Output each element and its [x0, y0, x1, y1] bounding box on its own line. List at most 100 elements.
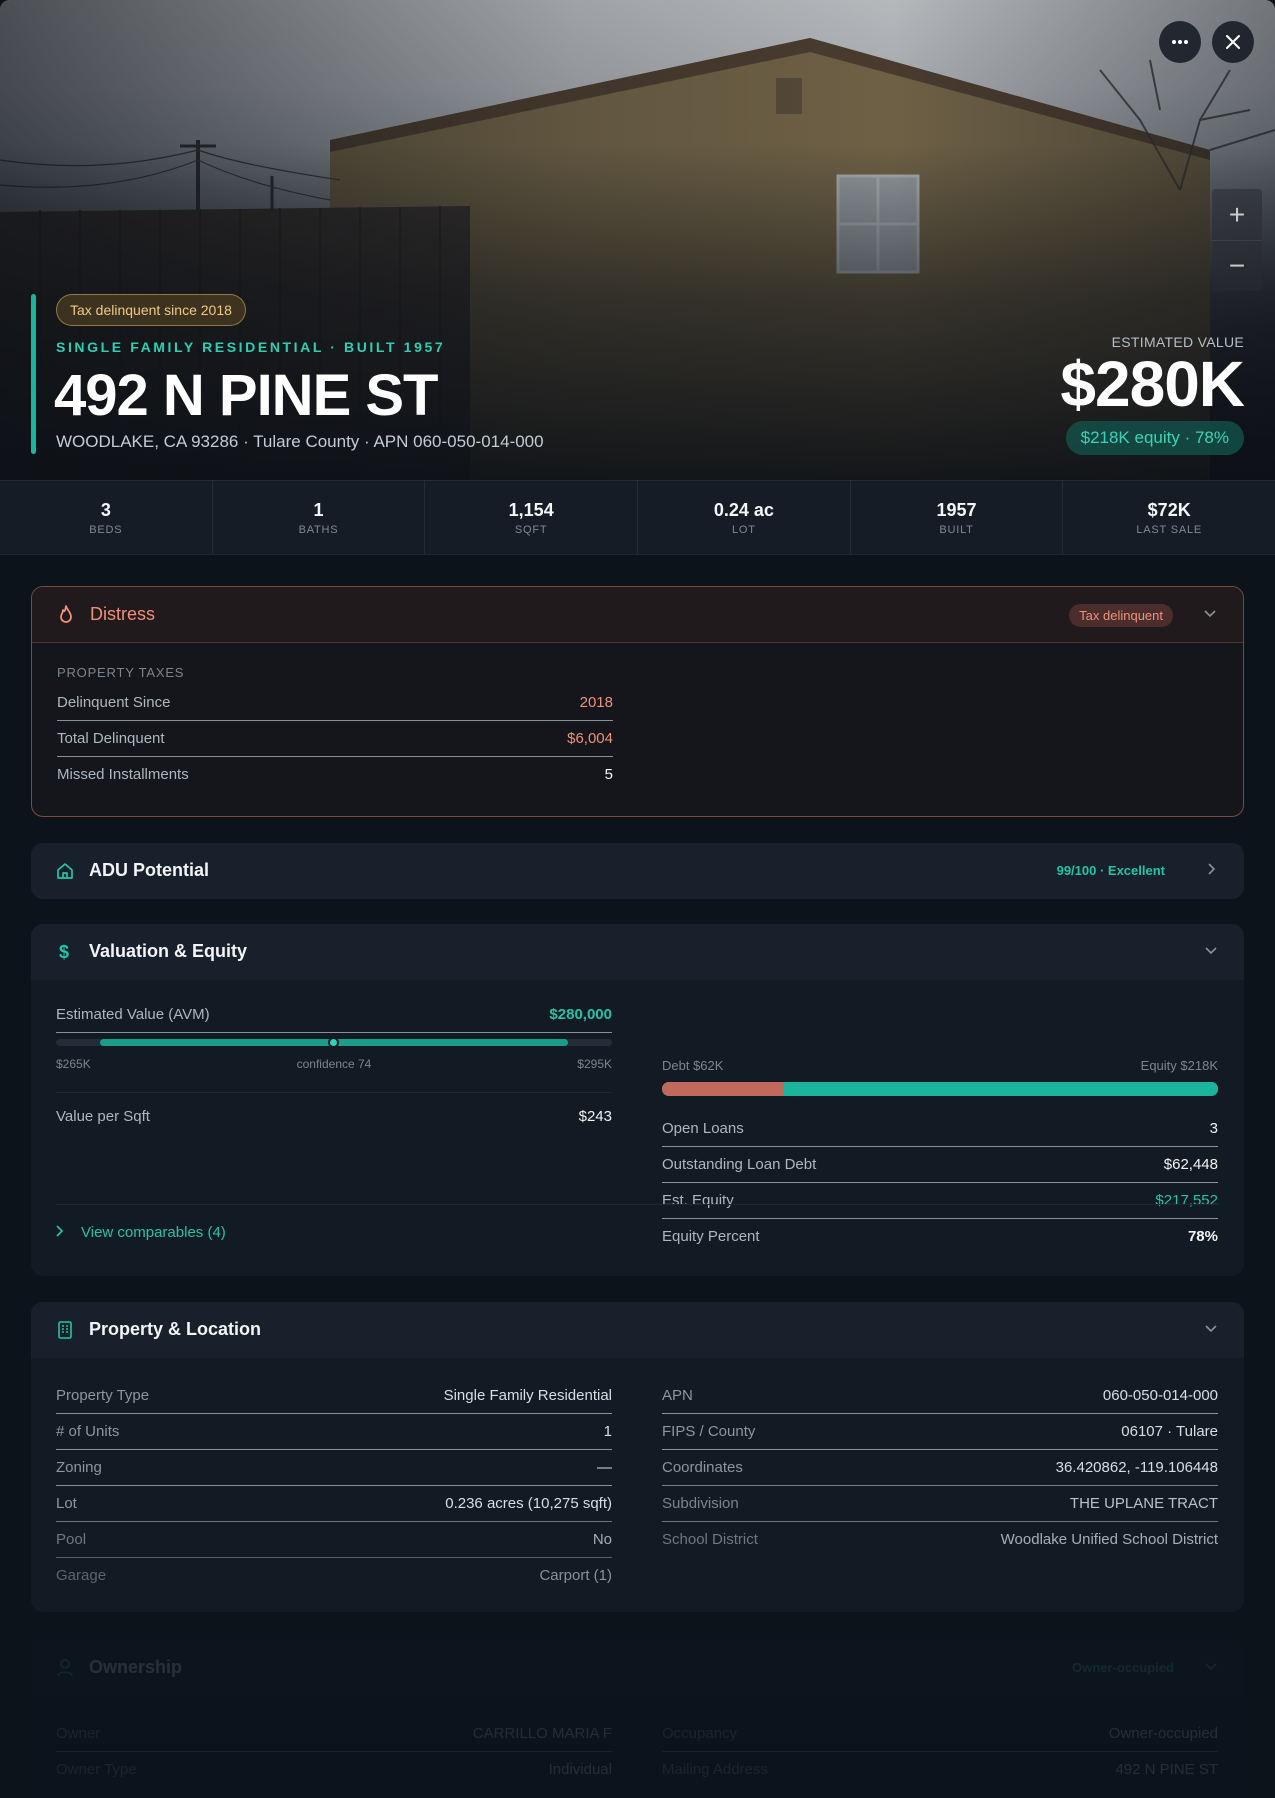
- valuation-equity-card: $ Valuation & Equity Estimated Value (AV…: [31, 924, 1244, 1276]
- equity-section: Debt $62K Equity $218K Open Loans 3 Outs…: [662, 980, 1218, 1245]
- row-value: $243: [578, 1107, 612, 1125]
- table-row: Total Delinquent $6,004: [57, 720, 613, 756]
- stat-built: 1957 BUILT: [849, 481, 1063, 554]
- zoom-in-button[interactable]: +: [1212, 189, 1262, 240]
- stat-label: SQFT: [514, 524, 548, 536]
- row-value: Carport (1): [539, 1567, 612, 1584]
- table-row: Equity Percent 78%: [662, 1218, 1218, 1254]
- table-row: Delinquent Since 2018: [57, 684, 613, 720]
- avm-label: Estimated Value (AVM): [56, 1005, 210, 1023]
- stat-label: BUILT: [939, 524, 974, 536]
- chevron-right-icon[interactable]: [1202, 860, 1220, 878]
- stat-value: $72K: [1147, 500, 1191, 520]
- debt-segment: [662, 1082, 785, 1096]
- row-label: Pool: [56, 1531, 87, 1548]
- distress-header[interactable]: Distress Tax delinquent: [32, 587, 1243, 643]
- equity-label: Equity $218K: [1140, 1058, 1218, 1073]
- avm-value: $280,000: [549, 1005, 612, 1023]
- row-value: No: [592, 1531, 612, 1548]
- row-value: Individual: [548, 1761, 612, 1778]
- stat-value: 1,154: [508, 500, 554, 520]
- ownership-title: Ownership: [89, 1657, 183, 1677]
- stat-beds: 3 BEDS: [0, 481, 212, 554]
- more-horizontal-icon: [1172, 40, 1188, 44]
- dollar-icon: $: [59, 942, 69, 962]
- property-subline: WOODLAKE, CA 93286 · Tulare County · APN…: [56, 432, 544, 451]
- equity-segment: [784, 1082, 1218, 1096]
- table-row: Missed Installments 5: [57, 756, 613, 792]
- chevron-down-icon[interactable]: [1202, 1657, 1220, 1675]
- table-row: Zoning —: [56, 1449, 612, 1485]
- stat-value: 0.24 ac: [713, 500, 774, 520]
- row-value: —: [597, 1459, 612, 1476]
- adu-potential-card[interactable]: ADU Potential 99/100 · Excellent: [31, 843, 1244, 899]
- ownership-header[interactable]: Ownership Owner-occupied: [31, 1640, 1244, 1696]
- row-value: $217,552: [1155, 1192, 1218, 1209]
- row-label: Missed Installments: [57, 766, 189, 783]
- valuation-header[interactable]: $ Valuation & Equity: [31, 924, 1244, 980]
- chevron-down-icon[interactable]: [1202, 941, 1220, 959]
- row-value: 0.236 acres (10,275 sqft): [445, 1495, 612, 1512]
- stat-value: 1: [313, 500, 324, 520]
- view-comparables-link[interactable]: View comparables (4): [55, 1224, 226, 1241]
- adu-title: ADU Potential: [89, 860, 210, 880]
- row-label: Lot: [56, 1495, 77, 1512]
- table-row: Est. Equity $217,552: [662, 1182, 1218, 1218]
- stat-label: BEDS: [89, 524, 123, 536]
- row-value: $62,448: [1163, 1156, 1218, 1173]
- tax-delinquent-tag: Tax delinquent since 2018: [56, 294, 246, 326]
- equity-badge: $218K equity · 78%: [1065, 421, 1244, 455]
- chevron-right-icon: [55, 1224, 69, 1241]
- row-value: 78%: [1187, 1228, 1218, 1245]
- value-per-sqft-row: Value per Sqft $243: [56, 1098, 612, 1134]
- row-value: 06107 · Tulare: [1121, 1423, 1218, 1440]
- row-value: CARRILLO MARIA F: [472, 1724, 612, 1742]
- debt-equity-bar: [662, 1082, 1218, 1096]
- table-row: Occupancy Owner-occupied: [662, 1715, 1218, 1751]
- view-comparables-label: View comparables (4): [81, 1224, 226, 1241]
- table-row: School District Woodlake Unified School …: [662, 1521, 1218, 1557]
- property-header[interactable]: Property & Location: [31, 1302, 1244, 1358]
- property-left-column: Property Type Single Family Residential …: [56, 1377, 612, 1593]
- row-label: APN: [662, 1386, 693, 1404]
- more-options-button[interactable]: [1159, 21, 1201, 63]
- stats-bar: 3 BEDS 1 BATHS 1,154 SQFT 0.24 ac LOT 19…: [0, 480, 1275, 555]
- row-label: Total Delinquent: [57, 730, 165, 747]
- row-value: 2018: [579, 693, 613, 711]
- row-label: FIPS / County: [662, 1423, 756, 1440]
- stat-value: 3: [100, 500, 111, 520]
- row-value: 36.420862, -119.106448: [1055, 1459, 1218, 1476]
- row-label: Occupancy: [662, 1724, 738, 1742]
- property-location-card: Property & Location Property Type Single…: [31, 1302, 1244, 1612]
- row-label: Zoning: [56, 1459, 102, 1476]
- row-label: Owner: [56, 1724, 101, 1742]
- avm-section: Estimated Value (AVM) $280,000 $265K con…: [56, 996, 612, 1146]
- adu-score: 99/100 · Excellent: [1056, 863, 1165, 878]
- distress-card: Distress Tax delinquent PROPERTY TAXES D…: [31, 586, 1244, 817]
- row-value: THE UPLANE TRACT: [1069, 1495, 1218, 1512]
- chevron-down-icon[interactable]: [1202, 1319, 1220, 1337]
- row-value: 5: [604, 766, 613, 783]
- zoom-out-button[interactable]: −: [1212, 240, 1262, 291]
- chevron-down-icon[interactable]: [1201, 604, 1219, 622]
- row-label: Delinquent Since: [57, 693, 171, 711]
- ownership-card: Ownership Owner-occupied Owner CARRILLO …: [31, 1640, 1244, 1798]
- row-label: School District: [662, 1531, 758, 1548]
- row-label: Outstanding Loan Debt: [662, 1156, 817, 1173]
- table-row: Mailing Address 492 N PINE ST: [662, 1751, 1218, 1787]
- property-kicker: SINGLE FAMILY RESIDENTIAL · BUILT 1957: [56, 339, 446, 355]
- property-right-column: APN 060-050-014-000 FIPS / County 06107 …: [662, 1377, 1218, 1557]
- row-label: Coordinates: [662, 1459, 743, 1476]
- home-icon: [57, 863, 73, 879]
- table-row: Pool No: [56, 1521, 612, 1557]
- property-hero: + − Tax delinquent since 2018 SINGLE FAM…: [0, 0, 1275, 480]
- property-taxes-section: PROPERTY TAXES Delinquent Since 2018 Tot…: [57, 665, 613, 792]
- stat-baths: 1 BATHS: [211, 481, 425, 554]
- close-button[interactable]: [1212, 21, 1254, 63]
- table-row: Outstanding Loan Debt $62,448: [662, 1146, 1218, 1182]
- row-label: Property Type: [56, 1386, 150, 1404]
- stat-value: 1957: [936, 500, 977, 520]
- row-value: 492 N PINE ST: [1115, 1761, 1218, 1778]
- range-high: $295K: [577, 1057, 612, 1071]
- flame-icon: [60, 605, 72, 623]
